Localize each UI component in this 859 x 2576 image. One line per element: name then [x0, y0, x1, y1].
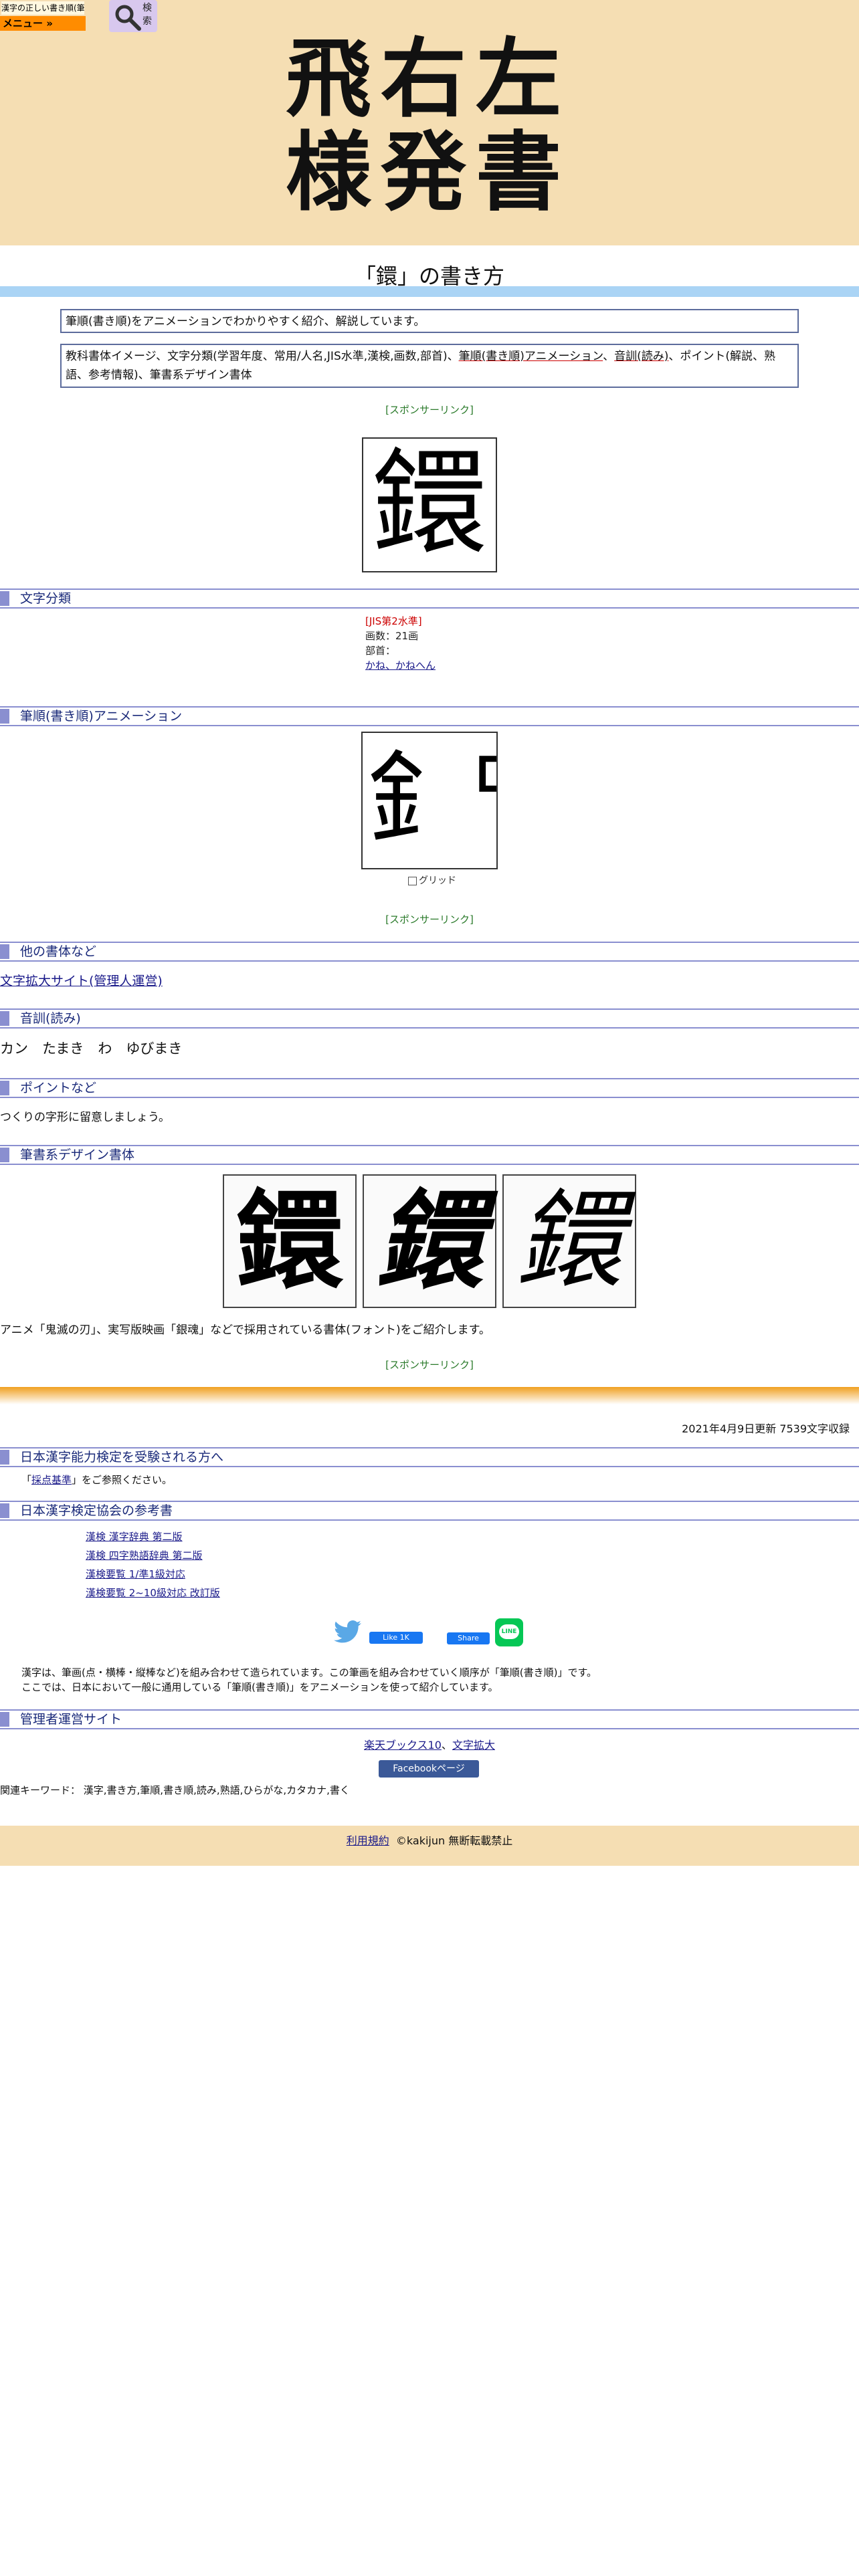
section-title: 管理者運営サイト — [20, 1712, 122, 1727]
rakuten-books-link[interactable]: 楽天ブックス10 — [364, 1739, 442, 1751]
site-logo[interactable]: 漢字の正しい書き順(筆順) メニュー » — [0, 0, 86, 31]
section-animation: 筆順(書き順)アニメーション — [0, 706, 859, 726]
section-marker — [0, 1148, 9, 1162]
section-title: 日本漢字能力検定を受験される方へ — [20, 1450, 224, 1465]
section-title: ポイントなど — [20, 1081, 97, 1095]
facebook-like-button[interactable]: Like 1K — [369, 1632, 423, 1644]
reference-link[interactable]: 漢検 四字熟語辞典 第二版 — [86, 1546, 220, 1565]
section-marker — [0, 709, 9, 724]
reference-link[interactable]: 漢検 漢字辞典 第二版 — [86, 1527, 220, 1546]
terms-link[interactable]: 利用規約 — [347, 1834, 389, 1847]
logo-text[interactable]: 漢字の正しい書き順(筆順) — [1, 1, 84, 15]
design-font-sample-2[interactable]: 鐶 — [363, 1174, 496, 1308]
section-marker — [0, 1503, 9, 1518]
contents-link-animation[interactable]: 筆順(書き順)アニメーション — [459, 350, 603, 363]
section-title: 筆順(書き順)アニメーション — [20, 709, 183, 724]
kanji-textbook-image: 鐶 — [362, 437, 497, 572]
section-other-fonts: 他の書体など — [0, 942, 859, 962]
contents-link-reading[interactable]: 音訓(読み) — [614, 350, 668, 363]
font-enlarge-link[interactable]: 文字拡大サイト(管理人運営) — [0, 971, 163, 989]
reference-link[interactable]: 漢検要覧 1/準1級対応 — [86, 1565, 220, 1584]
menu-button[interactable]: メニュー » — [0, 16, 86, 31]
update-info: 2021年4月9日更新 7539文字収録 — [682, 1422, 850, 1435]
section-manager: 管理者運営サイト — [0, 1709, 859, 1729]
section-kanken: 日本漢字能力検定を受験される方へ — [0, 1447, 859, 1467]
site-header: 漢字の正しい書き順(筆順) メニュー » 検索 飛右左 様発書 — [0, 0, 859, 245]
reference-list: 漢検 漢字辞典 第二版 漢検 四字熟語辞典 第二版 漢検要覧 1/準1級対応 漢… — [86, 1527, 220, 1602]
twitter-icon[interactable] — [333, 1620, 363, 1644]
section-title: 筆書系デザイン書体 — [20, 1148, 135, 1162]
site-title-line1: 飛右左 — [285, 29, 571, 129]
kanken-suffix: 」をご参照ください。 — [72, 1474, 173, 1486]
footer: 利用規約 ©kakijun 無断転載禁止 — [0, 1826, 859, 1866]
intro-text: 筆順(書き順)をアニメーションでわかりやすく紹介、解説しています。 — [66, 315, 425, 328]
grid-label: グリッド — [419, 875, 456, 886]
title-divider — [0, 286, 859, 297]
design-note: アニメ「鬼滅の刃」、実写版映画「銀魂」などで採用されている書体(フォント)をご紹… — [0, 1323, 490, 1337]
facebook-page-label: Facebookページ — [393, 1763, 465, 1774]
jis-level: [JIS第2水準] — [365, 615, 422, 627]
kanken-prefix: 「 — [21, 1474, 32, 1486]
search-icon — [115, 5, 141, 31]
classification-info: [JIS第2水準] 画数：21画 部首： かね、かねへん — [365, 614, 436, 673]
contents-prefix: 教科書体イメージ、文字分類(学習年度、常用/人名,JIS水準,漢検,画数,部首)… — [66, 350, 459, 363]
section-design-fonts: 筆書系デザイン書体 — [0, 1145, 859, 1165]
section-marker — [0, 591, 9, 606]
line-share-button[interactable]: LINE — [495, 1618, 523, 1646]
font-enlarge-link[interactable]: 文字拡大 — [452, 1739, 495, 1751]
facebook-share-button[interactable]: Share — [447, 1632, 490, 1644]
like-label: Like 1K — [383, 1633, 409, 1642]
stroke-count: 画数：21画 — [365, 630, 419, 642]
radical-label: 部首： — [365, 645, 396, 657]
section-association: 日本漢字検定協会の参考書 — [0, 1501, 859, 1521]
contents-sep: 、 — [603, 350, 615, 363]
points-text: つくりの字形に留意しましょう。 — [0, 1111, 170, 1124]
section-points: ポイントなど — [0, 1078, 859, 1098]
section-marker — [0, 1450, 9, 1465]
site-title[interactable]: 飛右左 様発書 — [227, 32, 629, 233]
manager-links: 楽天ブックス10、文字拡大 — [0, 1736, 859, 1752]
intro-box: 筆順(書き順)をアニメーションでわかりやすく紹介、解説しています。 — [60, 309, 799, 333]
search-button[interactable]: 検索 — [109, 0, 157, 32]
radical-link[interactable]: かね、かねへん — [365, 659, 436, 671]
section-marker — [0, 1011, 9, 1026]
grid-toggle[interactable]: グリッド — [408, 873, 456, 887]
sponsor-label: [スポンサーリンク] — [385, 914, 474, 926]
reference-link[interactable]: 漢検要覧 2~10級対応 改訂版 — [86, 1584, 220, 1602]
section-title: 他の書体など — [20, 944, 97, 959]
section-title: 音訓(読み) — [20, 1011, 81, 1026]
kanken-note: 「採点基準」をご参照ください。 — [21, 1473, 172, 1487]
sponsor-label: [スポンサーリンク] — [385, 1359, 474, 1371]
link-separator: 、 — [441, 1739, 452, 1751]
site-title-line2: 様発書 — [285, 122, 571, 223]
section-title: 日本漢字検定協会の参考書 — [20, 1503, 173, 1518]
sponsor-label: [スポンサーリンク] — [385, 404, 474, 416]
scoring-criteria-link[interactable]: 採点基準 — [31, 1474, 72, 1486]
line-icon: LINE — [499, 1624, 519, 1639]
orange-divider — [0, 1387, 859, 1404]
contents-box: 教科書体イメージ、文字分類(学習年度、常用/人名,JIS水準,漢検,画数,部首)… — [60, 344, 799, 388]
explanation-line2: ここでは、日本において一般に通用している「筆順(書き順)」をアニメーションを使っ… — [21, 1681, 498, 1693]
related-keywords: 関連キーワード： 漢字,書き方,筆順,書き順,読み,熟語,ひらがな,カタカナ,書… — [0, 1784, 350, 1796]
facebook-page-button[interactable]: Facebookページ — [379, 1760, 479, 1778]
explanation-line1: 漢字は、筆画(点・横棒・縦棒など)を組み合わせて造られています。この筆画を組み合… — [21, 1667, 597, 1679]
design-font-sample-1[interactable]: 鐶 — [223, 1174, 357, 1308]
section-marker — [0, 944, 9, 959]
section-marker — [0, 1712, 9, 1727]
explanation: 漢字は、筆画(点・横棒・縦棒など)を組み合わせて造られています。この筆画を組み合… — [21, 1665, 597, 1695]
grid-checkbox[interactable] — [408, 876, 417, 885]
section-reading: 音訓(読み) — [0, 1008, 859, 1029]
section-classification: 文字分類 — [0, 588, 859, 609]
stroke-animation: 釒罒 — [361, 732, 498, 869]
reading-text: カン たまき わ ゆびまき — [0, 1041, 183, 1057]
share-label: Share — [458, 1634, 479, 1642]
section-marker — [0, 1081, 9, 1095]
search-label: 検索 — [142, 3, 152, 27]
copyright: ©kakijun 無断転載禁止 — [395, 1834, 513, 1847]
section-title: 文字分類 — [20, 591, 72, 606]
design-font-sample-3[interactable]: 鐶 — [502, 1174, 636, 1308]
